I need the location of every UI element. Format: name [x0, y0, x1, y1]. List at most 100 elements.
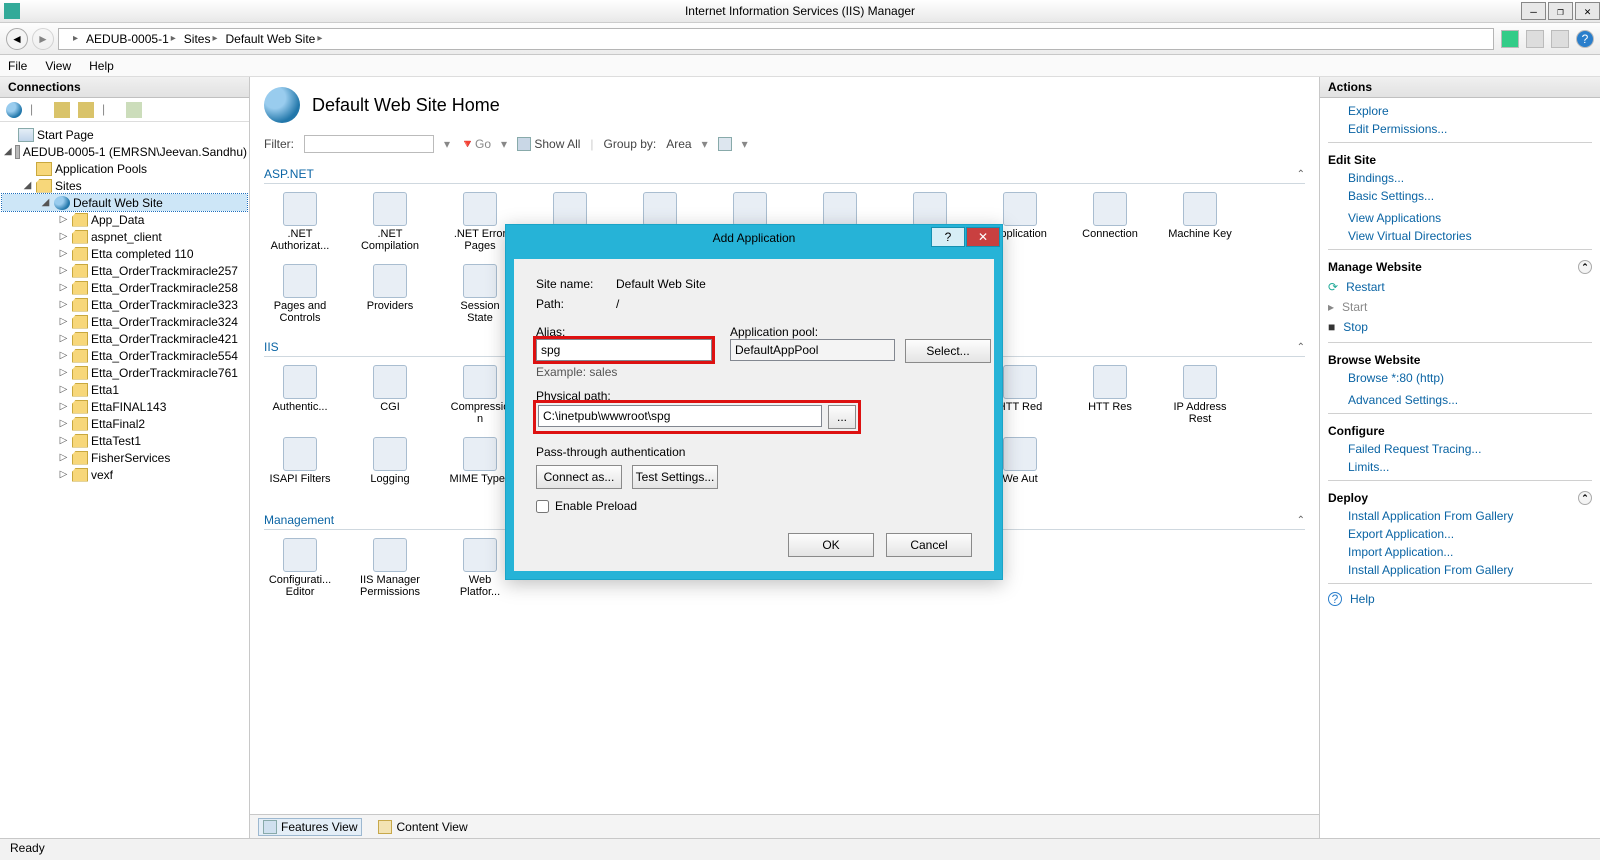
feature-item[interactable]: CGI: [358, 365, 422, 425]
tree-child[interactable]: ▷Etta_OrderTrackmiracle554: [2, 347, 247, 364]
tree-child[interactable]: ▷EttaTest1: [2, 432, 247, 449]
menu-file[interactable]: File: [8, 59, 27, 73]
tree-child[interactable]: ▷Etta_OrderTrackmiracle324: [2, 313, 247, 330]
feature-item[interactable]: ISAPI Filters: [268, 437, 332, 497]
action-explore[interactable]: Explore: [1328, 102, 1592, 120]
ok-button[interactable]: OK: [788, 533, 874, 557]
action-view-virtual-directories[interactable]: View Virtual Directories: [1328, 227, 1592, 245]
tree-child[interactable]: ▷Etta_OrderTrackmiracle421: [2, 330, 247, 347]
action-restart[interactable]: Restart: [1344, 278, 1385, 296]
tree-child[interactable]: ▷Etta_OrderTrackmiracle258: [2, 279, 247, 296]
action-export-application[interactable]: Export Application...: [1328, 525, 1592, 543]
expander-icon[interactable]: ▷: [58, 384, 69, 395]
maximize-button[interactable]: ❐: [1548, 2, 1573, 20]
tree-child[interactable]: ▷vexf: [2, 466, 247, 483]
feature-item[interactable]: .NET Error Pages: [448, 192, 512, 252]
back-button[interactable]: ◄: [6, 28, 28, 50]
tree-child[interactable]: ▷Etta_OrderTrackmiracle323: [2, 296, 247, 313]
expander-icon[interactable]: ▷: [58, 367, 69, 378]
action-advanced-settings[interactable]: Advanced Settings...: [1328, 391, 1592, 409]
action-install-from-gallery-2[interactable]: Install Application From Gallery: [1328, 561, 1592, 579]
select-apppool-button[interactable]: Select...: [905, 339, 991, 363]
feature-item[interactable]: HTT Res: [1078, 365, 1142, 425]
action-install-from-gallery[interactable]: Install Application From Gallery: [1328, 507, 1592, 525]
refresh-icon[interactable]: [1501, 30, 1519, 48]
conn-tool-1[interactable]: [6, 102, 22, 118]
conn-tool-3[interactable]: [78, 102, 94, 118]
menu-view[interactable]: View: [45, 59, 71, 73]
tree-child[interactable]: ▷Etta_OrderTrackmiracle761: [2, 364, 247, 381]
feature-item[interactable]: Pages and Controls: [268, 264, 332, 324]
enable-preload-checkbox[interactable]: [536, 500, 549, 513]
tree-child[interactable]: ▷EttaFinal2: [2, 415, 247, 432]
tree-child[interactable]: ▷EttaFINAL143: [2, 398, 247, 415]
expander-icon[interactable]: ▷: [58, 452, 69, 463]
filter-showall[interactable]: Show All: [534, 137, 580, 151]
tree-sites[interactable]: Sites: [55, 179, 82, 193]
feature-item[interactable]: Connection: [1078, 192, 1142, 252]
view-mode-icon[interactable]: [718, 137, 732, 151]
action-import-application[interactable]: Import Application...: [1328, 543, 1592, 561]
collapse-icon[interactable]: ⌃: [1578, 491, 1592, 505]
action-view-applications[interactable]: View Applications: [1328, 209, 1592, 227]
expander-icon[interactable]: ▷: [58, 333, 69, 344]
tree-child[interactable]: ▷App_Data: [2, 211, 247, 228]
close-button[interactable]: ✕: [1575, 2, 1600, 20]
expander-icon[interactable]: ▷: [58, 299, 69, 310]
filter-go[interactable]: Go: [475, 137, 491, 151]
expander-icon[interactable]: ▷: [58, 265, 69, 276]
tree-server[interactable]: AEDUB-0005-1 (EMRSN\Jeevan.Sandhu): [23, 145, 247, 159]
expander-icon[interactable]: ▷: [58, 316, 69, 327]
help-icon[interactable]: ?: [1576, 30, 1594, 48]
feature-item[interactable]: Session State: [448, 264, 512, 324]
action-help[interactable]: Help: [1348, 590, 1375, 608]
alias-input[interactable]: [536, 339, 712, 361]
tree-start-page[interactable]: Start Page: [37, 128, 94, 142]
expander-icon[interactable]: ▷: [58, 248, 69, 259]
physical-path-input[interactable]: [538, 405, 822, 427]
tree-child[interactable]: ▷Etta completed 110: [2, 245, 247, 262]
action-limits[interactable]: Limits...: [1328, 458, 1592, 476]
expander-icon[interactable]: ▷: [58, 231, 69, 242]
features-view-tab[interactable]: Features View: [258, 818, 362, 836]
tool-icon-1[interactable]: [1526, 30, 1544, 48]
action-browse-80[interactable]: Browse *:80 (http): [1328, 369, 1592, 387]
feature-item[interactable]: Web Platfor...: [448, 538, 512, 598]
feature-item[interactable]: MIME Types: [448, 437, 512, 497]
breadcrumb[interactable]: ▸ AEDUB-0005-1 ▸ Sites ▸ Default Web Sit…: [58, 28, 1494, 50]
expander-icon[interactable]: ▷: [58, 401, 69, 412]
conn-tool-2[interactable]: [54, 102, 70, 118]
test-settings-button[interactable]: Test Settings...: [632, 465, 718, 489]
feature-item[interactable]: Authentic...: [268, 365, 332, 425]
feature-item[interactable]: IP Address Rest: [1168, 365, 1232, 425]
collapse-icon[interactable]: ⌃: [1297, 342, 1305, 353]
filter-input[interactable]: [304, 135, 434, 153]
tree-child[interactable]: ▷aspnet_client: [2, 228, 247, 245]
action-bindings[interactable]: Bindings...: [1328, 169, 1592, 187]
feature-item[interactable]: Compression: [448, 365, 512, 425]
action-stop[interactable]: Stop: [1341, 318, 1368, 336]
collapse-icon[interactable]: ⌃: [1297, 515, 1305, 526]
expander-icon[interactable]: ▷: [58, 435, 69, 446]
menu-help[interactable]: Help: [89, 59, 114, 73]
action-basic-settings[interactable]: Basic Settings...: [1328, 187, 1592, 205]
tree-child[interactable]: ▷Etta1: [2, 381, 247, 398]
expander-icon[interactable]: ▷: [58, 418, 69, 429]
tree-child[interactable]: ▷FisherServices: [2, 449, 247, 466]
crumb-server[interactable]: AEDUB-0005-1: [86, 32, 169, 46]
forward-button[interactable]: ►: [32, 28, 54, 50]
crumb-sites[interactable]: Sites: [184, 32, 211, 46]
dialog-titlebar[interactable]: Add Application ? ✕: [506, 225, 1002, 251]
conn-tool-4[interactable]: [126, 102, 142, 118]
action-failed-request-tracing[interactable]: Failed Request Tracing...: [1328, 440, 1592, 458]
expander-icon[interactable]: ◢: [40, 197, 51, 208]
action-edit-permissions[interactable]: Edit Permissions...: [1328, 120, 1592, 138]
tree-pools[interactable]: Application Pools: [55, 162, 147, 176]
browse-path-button[interactable]: ...: [828, 405, 856, 429]
groupby-value[interactable]: Area: [666, 137, 691, 151]
content-view-tab[interactable]: Content View: [374, 819, 471, 835]
expander-icon[interactable]: ▷: [58, 469, 69, 480]
expander-icon[interactable]: ▷: [58, 350, 69, 361]
crumb-site[interactable]: Default Web Site: [226, 32, 316, 46]
feature-item[interactable]: .NET Compilation: [358, 192, 422, 252]
